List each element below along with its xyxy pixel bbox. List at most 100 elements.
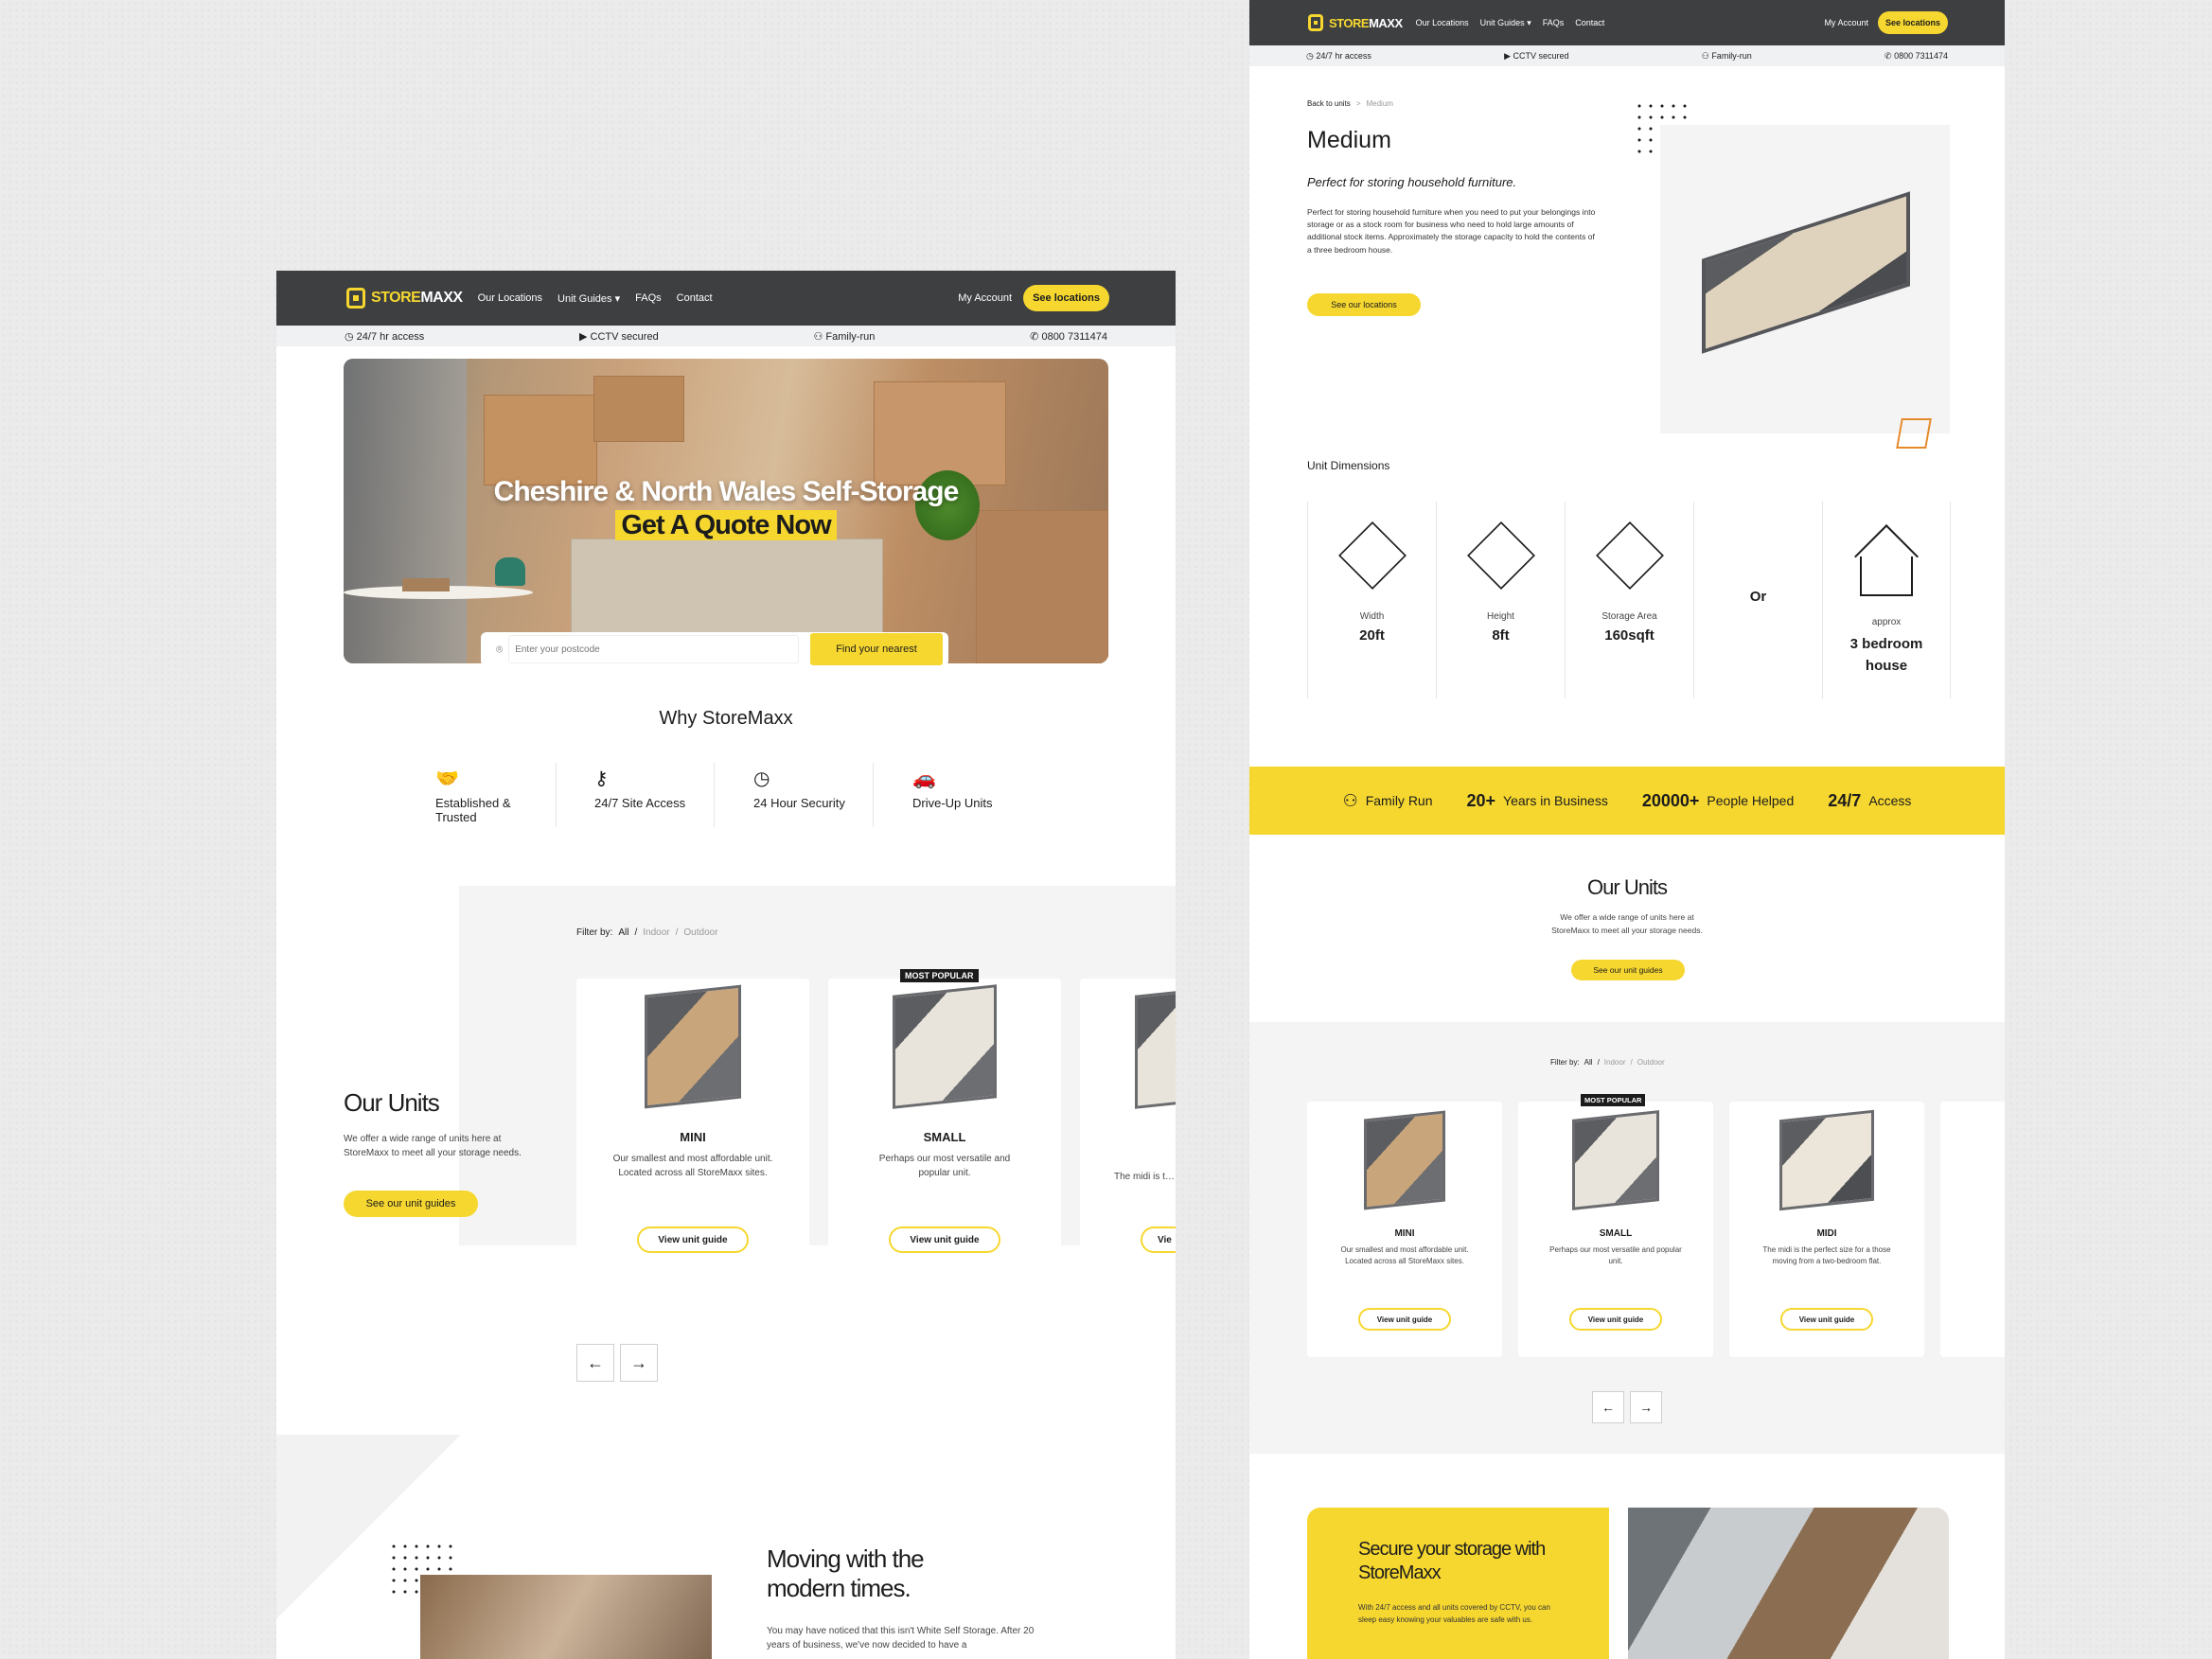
nav-contact[interactable]: Contact [1575,18,1604,27]
view-unit-guide-button[interactable]: Vie [1141,1227,1176,1253]
unit-card-mini[interactable]: MINI Our smallest and most affordable un… [576,979,809,1283]
nav-our-locations[interactable]: Our Locations [478,292,542,304]
cctv-text: CCTV secured [590,330,659,343]
unit-card-partial[interactable] [1940,1102,2005,1357]
unit-filter: Filter by: All / Indoor / Outdoor [576,927,718,938]
family-text: Family-run [1711,50,1752,61]
nav-our-locations[interactable]: Our Locations [1416,18,1469,27]
moving-body: You may have noticed that this isn't Whi… [767,1626,1035,1650]
phone-info[interactable]: ✆ 0800 7311474 [1885,51,1948,62]
view-unit-guide-button[interactable]: View unit guide [1358,1308,1451,1331]
filter-all[interactable]: All [618,927,628,938]
filter-label: Filter by: [1550,1058,1580,1067]
unit-name: MIDI [1816,1228,1837,1239]
see-unit-guides-button[interactable]: See our unit guides [1571,960,1685,980]
unit-filter: Filter by: All / Indoor / Outdoor [1550,1058,1665,1067]
or-text: Or [1749,589,1767,605]
stat-label: Family Run [1365,793,1433,808]
filter-sep: / [1597,1058,1600,1067]
moving-photo [420,1575,712,1659]
view-unit-guide-button[interactable]: View unit guide [1569,1308,1662,1331]
mini-unit-illustration [1364,1110,1445,1210]
arrow-left-icon: ← [587,1352,604,1372]
unit-card-mini[interactable]: MINI Our smallest and most affordable un… [1307,1102,1502,1357]
moving-title: Moving with the modern times. [767,1544,925,1603]
view-unit-guide-button[interactable]: View unit guide [889,1227,1000,1253]
feature-label: Established & Trusted [435,796,511,824]
stat-value: 24/7 [1828,790,1862,810]
filter-indoor[interactable]: Indoor [1604,1058,1626,1067]
postcode-search: ⌾ Find your nearest [481,632,948,666]
view-unit-guide-button[interactable]: View unit guide [1780,1308,1873,1331]
see-unit-guides-button[interactable]: See our unit guides [344,1191,478,1217]
stat-value: 20000+ [1641,790,1700,810]
nav-contact[interactable]: Contact [677,292,713,304]
unit-card-small[interactable]: MOST POPULAR SMALL Perhaps our most vers… [1518,1094,1713,1357]
nav-links: Our Locations Unit Guides ▾ FAQs Contact [1416,18,1605,28]
page-title: Medium [1307,127,1391,153]
nav-unit-guides[interactable]: Unit Guides ▾ [557,292,620,305]
feature-drive-up: 🚗 Drive-Up Units [912,767,1054,810]
logo[interactable]: STORE MAXX [346,288,463,309]
breadcrumb-sep: > [1355,99,1361,108]
breadcrumb-back[interactable]: Back to units [1307,99,1351,108]
info-strip: ◷ 24/7 hr access ▶ CCTV secured ⚇ Family… [1249,45,2005,66]
filter-outdoor[interactable]: Outdoor [1637,1058,1665,1067]
unit-desc: The midi is the perfect size for a those… [1762,1245,1891,1266]
find-nearest-button[interactable]: Find your nearest [810,633,943,665]
see-our-locations-button[interactable]: See our locations [1307,293,1421,316]
logo-icon [346,288,365,309]
unit-desc: The midi is t… those moving [1114,1172,1176,1182]
phone-icon: ✆ [1030,330,1039,343]
height-cube-icon [1466,521,1535,590]
unit-detail-mockup: STORE MAXX Our Locations Unit Guides ▾ FA… [1249,0,2005,1659]
mini-unit-illustration [645,984,741,1109]
phone-text: 0800 7311474 [1041,330,1107,343]
view-unit-guide-button[interactable]: View unit guide [637,1227,749,1253]
nav-unit-guides-label: Unit Guides [557,292,612,305]
see-locations-button[interactable]: See locations [1877,11,1948,34]
units-desc: We offer a wide range of units here at S… [344,1134,522,1158]
clock-icon: ◷ [1306,50,1314,61]
unit-card-midi-partial[interactable]: The midi is t… those moving Vie [1080,979,1176,1283]
unit-card-small[interactable]: MOST POPULAR SMALL Perhaps our most vers… [828,969,1061,1283]
clock-icon: ◷ [345,330,354,343]
access-info: ◷ 24/7 hr access [345,330,424,343]
camera-icon: ▶ [579,330,588,343]
nav-faqs[interactable]: FAQs [635,292,662,304]
family-text: Family-run [825,330,876,343]
phone-info[interactable]: ✆ 0800 7311474 [1030,330,1107,343]
dim-label: Storage Area [1601,611,1657,622]
logo[interactable]: STORE MAXX [1308,14,1403,31]
dim-label: Height [1487,611,1514,622]
stat-access: 24/7 Access [1828,791,1911,811]
small-unit-illustration [1572,1110,1659,1210]
unit-desc: Perhaps our most versatile and popular u… [878,1154,1011,1178]
location-pin-icon: ⌾ [496,642,504,656]
feature-label: 24 Hour Security [753,796,845,810]
next-arrow-button[interactable]: → [620,1344,658,1382]
unit-card-midi[interactable]: MIDI The midi is the perfect size for a … [1729,1102,1924,1357]
my-account-link[interactable]: My Account [1824,18,1868,27]
hero-book [402,578,450,591]
dim-label: approx [1871,617,1902,627]
small-unit-illustration [893,984,997,1109]
postcode-input[interactable] [508,635,799,663]
see-locations-button[interactable]: See locations [1023,285,1109,311]
unit-name: MINI [680,1130,706,1144]
prev-arrow-button[interactable]: ← [1592,1391,1624,1423]
next-arrow-button[interactable]: → [1630,1391,1662,1423]
filter-all[interactable]: All [1584,1058,1593,1067]
nav-unit-guides[interactable]: Unit Guides ▾ [1480,18,1531,28]
prev-arrow-button[interactable]: ← [576,1344,614,1382]
house-icon [1854,524,1919,596]
filter-indoor[interactable]: Indoor [643,927,669,938]
chevron-down-icon: ▾ [614,292,621,305]
arrow-right-icon: → [1639,1400,1653,1415]
filter-outdoor[interactable]: Outdoor [683,927,717,938]
secure-body: With 24/7 access and all units covered b… [1358,1603,1550,1624]
my-account-link[interactable]: My Account [958,292,1012,304]
hero-quote: Get A Quote Now [344,510,1108,541]
dim-house: approx 3 bedroom house [1822,502,1951,698]
nav-faqs[interactable]: FAQs [1543,18,1565,27]
